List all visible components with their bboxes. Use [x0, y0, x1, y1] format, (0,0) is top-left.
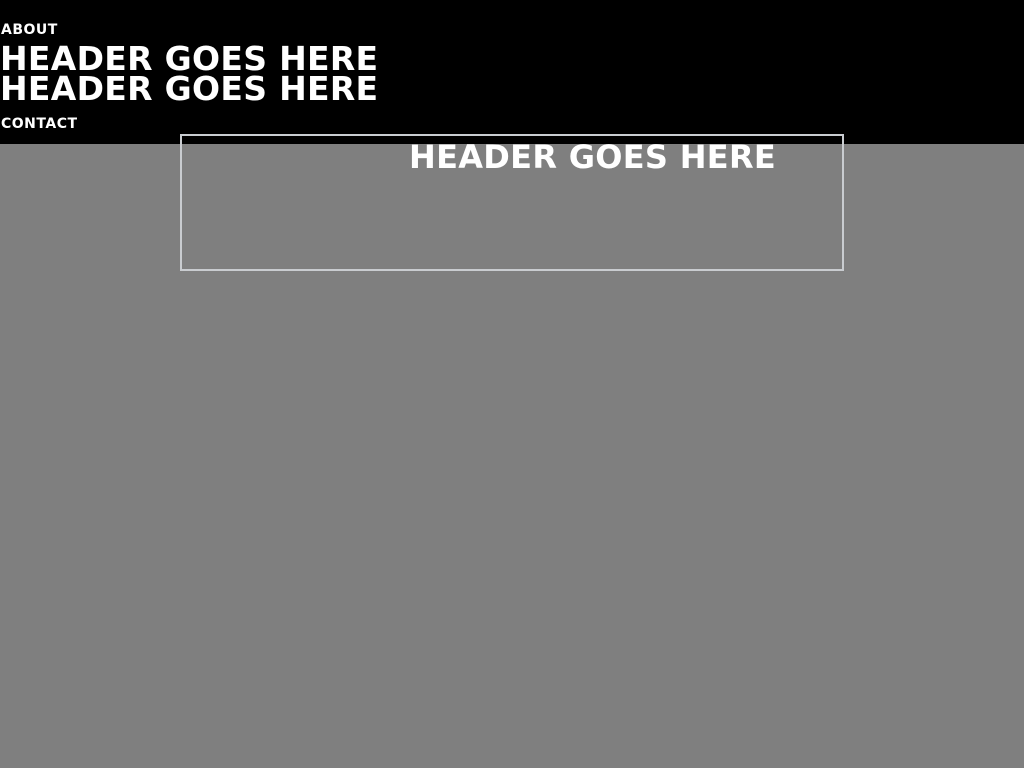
top-bar: ABOUT HEADER GOES HERE HEADER GOES HERE … — [0, 0, 1024, 144]
nav-link-about[interactable]: ABOUT — [1, 22, 58, 38]
nav-link-contact[interactable]: CONTACT — [1, 116, 78, 132]
page: ABOUT HEADER GOES HERE HEADER GOES HERE … — [0, 0, 1024, 768]
hero-title: HEADER GOES HERE — [409, 138, 777, 176]
header-line-2: HEADER GOES HERE — [0, 69, 379, 108]
